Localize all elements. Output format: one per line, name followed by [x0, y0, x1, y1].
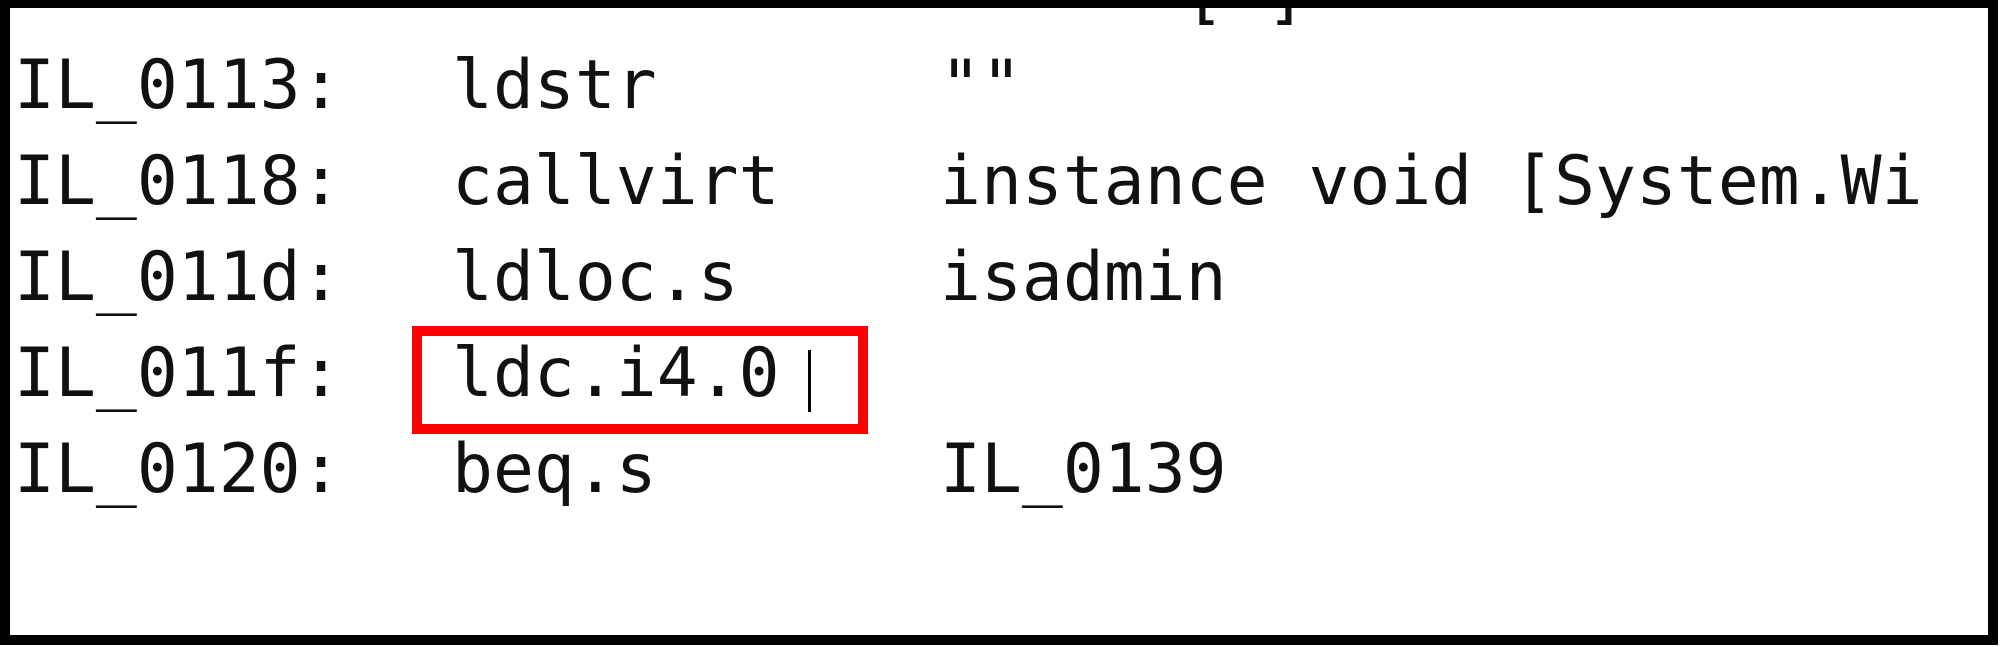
code-line[interactable]: IL_0120: beq.s IL_0139 — [14, 422, 1227, 518]
il-opcode: beq.s — [452, 430, 657, 509]
il-opcode: ldstr — [452, 46, 657, 125]
clipped-top-line: [ ] — [14, 8, 1307, 42]
il-operand: isadmin — [940, 238, 1227, 317]
il-code-editor[interactable]: [ ] IL_0113: ldstr "" IL_0118: callvirt … — [0, 0, 1998, 645]
il-operand: "" — [940, 46, 1022, 125]
code-line[interactable]: IL_0118: callvirt instance void [System.… — [14, 134, 1923, 230]
il-label: IL_0118: — [14, 142, 342, 221]
il-label: IL_011f: — [14, 334, 342, 413]
clipped-bracket-text: [ ] — [1184, 8, 1307, 42]
text-cursor — [808, 350, 811, 412]
il-label: IL_011d: — [14, 238, 342, 317]
code-line-selected[interactable]: IL_011f: ldc.i4.0 — [14, 326, 780, 422]
code-line[interactable]: IL_011d: ldloc.s isadmin — [14, 230, 1227, 326]
il-label: IL_0120: — [14, 430, 342, 509]
il-operand: instance void [System.Wi — [940, 142, 1923, 221]
il-operand: IL_0139 — [940, 430, 1227, 509]
il-opcode: callvirt — [452, 142, 780, 221]
il-label: IL_0113: — [14, 46, 342, 125]
il-opcode: ldloc.s — [452, 238, 739, 317]
red-highlight-box — [412, 326, 868, 434]
code-line[interactable]: IL_0113: ldstr "" — [14, 38, 1022, 134]
